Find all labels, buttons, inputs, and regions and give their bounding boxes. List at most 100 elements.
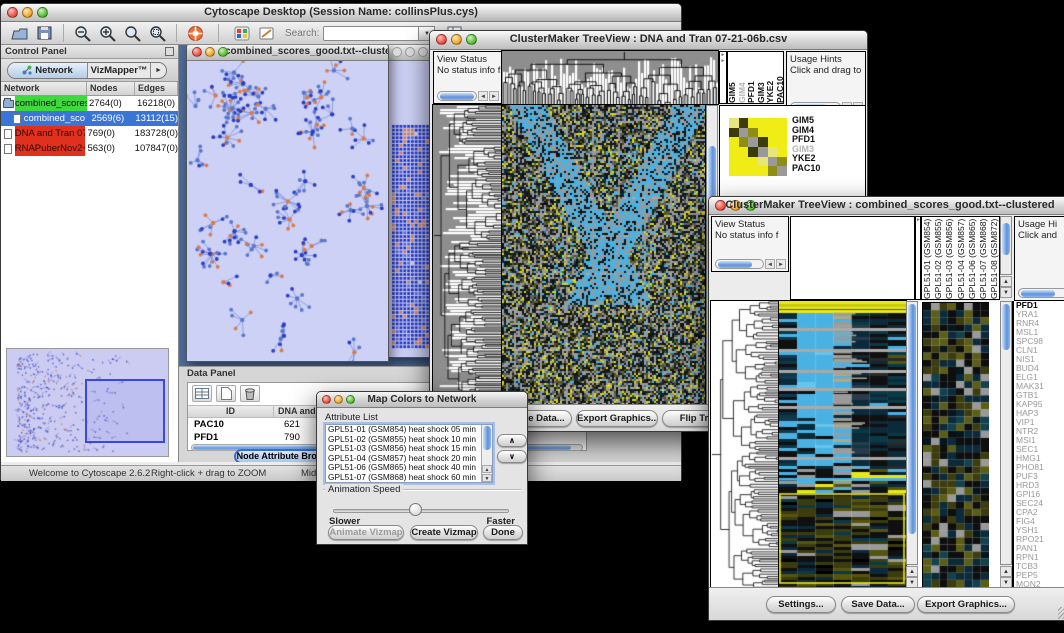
scroll-left-icon[interactable]: ◄: [478, 91, 488, 101]
help-lifering-icon[interactable]: [183, 23, 208, 43]
column-header-id[interactable]: ID: [188, 406, 274, 417]
search-input[interactable]: [323, 26, 419, 41]
hscrollbar[interactable]: [1018, 287, 1064, 298]
scroll-up-icon[interactable]: ▲: [906, 566, 918, 577]
settings-button[interactable]: Settings...: [766, 596, 836, 613]
zoom-button[interactable]: [418, 47, 428, 57]
tab-more-button[interactable]: ►: [150, 63, 166, 78]
column-header-nodes[interactable]: Nodes: [87, 82, 135, 95]
desktop: Cytoscape Desktop (Session Name: collins…: [0, 0, 1064, 633]
move-up-button[interactable]: ∧: [497, 434, 527, 447]
dialog-titlebar[interactable]: Map Colors to Network: [317, 392, 527, 408]
export-graphics-button[interactable]: Export Graphics...: [576, 410, 658, 427]
zoom-in-icon[interactable]: [95, 23, 120, 43]
network-view-window-background[interactable]: [386, 45, 434, 358]
done-button[interactable]: Done: [483, 525, 523, 540]
zoom-fit-icon[interactable]: [145, 23, 170, 43]
row-dendrogram[interactable]: [711, 301, 778, 589]
scrollbar-thumb[interactable]: [1002, 304, 1010, 350]
zoom-selected-icon[interactable]: [120, 23, 145, 43]
labels-vscrollbar[interactable]: [1000, 216, 1012, 275]
annotation-icon[interactable]: [254, 23, 279, 43]
scroll-right-icon[interactable]: ►: [489, 91, 499, 101]
main-titlebar[interactable]: Cytoscape Desktop (Session Name: collins…: [1, 4, 681, 22]
scrollbar-thumb[interactable]: [718, 261, 752, 268]
gim-cell: [748, 118, 758, 128]
save-data-button[interactable]: Save Data...: [841, 596, 915, 613]
network-view-window[interactable]: combined_scores_good.txt--cluste...: [186, 45, 389, 362]
scroll-up-icon[interactable]: ▲: [1000, 566, 1012, 577]
correlation-heatmap[interactable]: [729, 118, 787, 176]
resize-grip[interactable]: [1058, 607, 1064, 619]
network-window-titlebar[interactable]: combined_scores_good.txt--cluste...: [187, 45, 388, 61]
attribute-item[interactable]: GPL51-07 (GSM868) heat shock 60 min: [326, 473, 492, 483]
select-attributes-icon[interactable]: [192, 385, 212, 402]
scrollbar-thumb[interactable]: [908, 304, 916, 534]
network-row[interactable]: DNA and Tran 07 769(0) 183728(0): [1, 126, 178, 141]
scroll-down-icon[interactable]: ▼: [482, 474, 492, 482]
hscrollbar[interactable]: ◄►: [437, 90, 499, 101]
view-status-panel: View Status No status info f ◄►: [711, 216, 789, 272]
row-id: PAC10: [188, 418, 274, 431]
zoom-button[interactable]: [218, 47, 228, 57]
create-vizmap-button[interactable]: Create Vizmap: [410, 525, 478, 540]
network-row[interactable]: combined_sco 2569(6) 13112(15): [1, 111, 178, 126]
minimize-button[interactable]: [405, 47, 415, 57]
scrollbar-thumb[interactable]: [483, 426, 491, 450]
close-button[interactable]: [192, 47, 202, 57]
zoom-vscrollbar[interactable]: [1000, 301, 1012, 565]
scroll-left-icon[interactable]: ◄: [765, 259, 775, 269]
column-label: GPL51-03 (GSM856): [944, 217, 955, 299]
hscrollbar[interactable]: ◄►: [715, 258, 786, 269]
sc roll-up-icon[interactable]: ▲: [1000, 276, 1012, 287]
zoom-out-icon[interactable]: [70, 23, 95, 43]
treeview1-titlebar[interactable]: ClusterMaker TreeView : DNA and Tran 07-…: [430, 31, 867, 50]
column-header-network[interactable]: Network: [1, 82, 87, 95]
close-button[interactable]: [392, 47, 402, 57]
network-overview-panel[interactable]: [6, 348, 169, 457]
heatmap-main[interactable]: [502, 105, 705, 406]
treeview2-titlebar[interactable]: ClusterMaker TreeView : combined_scores_…: [709, 197, 1064, 215]
scroll-down-icon[interactable]: ▼: [1000, 287, 1012, 298]
column-dendrogram-area[interactable]: [790, 216, 915, 300]
scrollbar-thumb[interactable]: [1002, 223, 1010, 255]
list-vscrollbar[interactable]: ▲ ▼: [481, 425, 492, 482]
inactive-titlebar[interactable]: [387, 45, 433, 61]
network-row[interactable]: RNAPuberNov2+! 563(0) 107847(0): [1, 141, 178, 156]
new-attribute-icon[interactable]: [216, 385, 236, 402]
usage-hints-text: Click and drag to: [787, 65, 865, 76]
heatmap-zoom[interactable]: [923, 303, 989, 587]
usage-hints-title: Usage Hints: [787, 52, 865, 65]
network-canvas[interactable]: [187, 61, 388, 361]
delete-attribute-icon[interactable]: [240, 385, 260, 402]
tab-vizmapper[interactable]: VizMapper™: [88, 63, 150, 78]
gim-cell: [758, 157, 768, 167]
speed-slider-thumb[interactable]: [409, 503, 422, 516]
network-row[interactable]: combined_scores 2764(0) 16218(0): [1, 96, 178, 111]
label-scroll-strip[interactable]: ►►: [719, 51, 727, 104]
gim-cell: [758, 128, 768, 138]
tab-network[interactable]: Network: [8, 63, 88, 78]
row-label: PAC10: [792, 164, 820, 174]
scrollbar-thumb[interactable]: [1021, 290, 1055, 297]
minimize-button[interactable]: [205, 47, 215, 57]
vizmapper-icon[interactable]: [229, 23, 254, 43]
heatmap-vscrollbar[interactable]: [906, 301, 918, 565]
export-graphics-button[interactable]: Export Graphics...: [917, 596, 1015, 613]
overview-viewport-rect[interactable]: [85, 379, 165, 443]
network-canvas-grid[interactable]: [387, 61, 433, 357]
column-dendrogram[interactable]: [502, 51, 718, 104]
gim-cell: [758, 118, 768, 128]
save-icon[interactable]: [32, 23, 57, 43]
open-folder-icon[interactable]: [7, 23, 32, 43]
gim-cell: [758, 147, 768, 157]
scroll-right-icon[interactable]: ►: [776, 259, 786, 269]
float-panel-icon[interactable]: [165, 47, 174, 56]
map-colors-dialog: Map Colors to Network Attribute List ▲ ▼…: [316, 391, 528, 545]
move-down-button[interactable]: ∨: [497, 450, 527, 463]
scrollbar-thumb[interactable]: [440, 93, 474, 100]
row-dendrogram[interactable]: [433, 105, 501, 406]
heatmap-main[interactable]: [779, 301, 906, 589]
column-header-edges[interactable]: Edges: [135, 82, 178, 95]
scroll-up-icon[interactable]: ▲: [482, 465, 492, 473]
